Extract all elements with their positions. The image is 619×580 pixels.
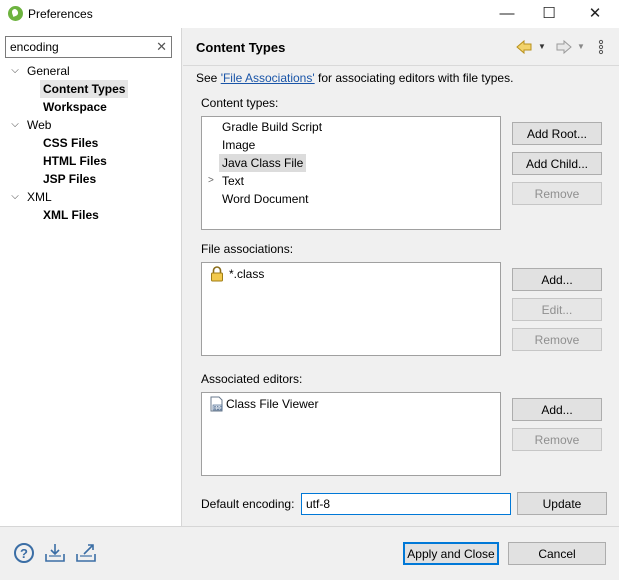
class-file-icon: 010 bbox=[209, 396, 225, 412]
clear-filter-icon[interactable]: ✕ bbox=[156, 39, 167, 55]
svg-text:010: 010 bbox=[214, 405, 223, 411]
description-prefix: See bbox=[196, 71, 221, 85]
lock-icon bbox=[210, 266, 224, 282]
back-arrow-icon[interactable] bbox=[516, 38, 532, 56]
file-associations-label: File associations: bbox=[201, 242, 294, 256]
spring-app-icon bbox=[8, 6, 23, 21]
close-button[interactable]: ✕ bbox=[575, 2, 615, 24]
associated-editors-label: Associated editors: bbox=[201, 372, 303, 386]
edit-association-button[interactable]: Edit... bbox=[512, 298, 602, 321]
page-title: Content Types bbox=[196, 40, 286, 55]
file-associations-list[interactable]: *.class bbox=[201, 262, 501, 356]
help-icon[interactable]: ? bbox=[14, 543, 34, 563]
list-item[interactable]: Gradle Build Script bbox=[222, 118, 322, 136]
page-description: See 'File Associations' for associating … bbox=[196, 71, 513, 85]
cancel-button[interactable]: Cancel bbox=[508, 542, 606, 565]
back-menu-icon[interactable]: ▼ bbox=[538, 42, 546, 51]
update-button[interactable]: Update bbox=[517, 492, 607, 515]
window-title: Preferences bbox=[28, 7, 93, 21]
chevron-down-icon[interactable]: ⌵ bbox=[10, 62, 20, 80]
chevron-down-icon[interactable]: ⌵ bbox=[10, 188, 20, 206]
tree-item-xml-files[interactable]: XML Files bbox=[40, 206, 102, 224]
remove-editor-button[interactable]: Remove bbox=[512, 428, 602, 451]
filter-text: encoding bbox=[10, 40, 59, 54]
import-icon[interactable] bbox=[44, 542, 66, 564]
view-menu-icon[interactable] bbox=[597, 38, 605, 56]
remove-content-type-button[interactable]: Remove bbox=[512, 182, 602, 205]
content-types-label: Content types: bbox=[201, 96, 279, 110]
list-item[interactable]: Image bbox=[222, 136, 255, 154]
list-item-selected[interactable]: Java Class File bbox=[219, 154, 307, 172]
content-types-tree[interactable]: Gradle Build Script Image Java Class Fil… bbox=[201, 116, 501, 230]
export-icon[interactable] bbox=[75, 542, 97, 564]
tree-item-jsp-files[interactable]: JSP Files bbox=[40, 170, 99, 188]
tree-item-web[interactable]: Web bbox=[24, 116, 54, 134]
associated-editors-list[interactable]: 010 Class File Viewer bbox=[201, 392, 501, 476]
list-item[interactable]: Word Document bbox=[222, 190, 308, 208]
default-encoding-input[interactable]: utf-8 bbox=[301, 493, 511, 515]
chevron-down-icon[interactable]: ⌵ bbox=[10, 116, 20, 134]
chevron-right-icon[interactable]: > bbox=[208, 172, 214, 190]
add-root-button[interactable]: Add Root... bbox=[512, 122, 602, 145]
description-suffix: for associating editors with file types. bbox=[314, 71, 514, 85]
default-encoding-value: utf-8 bbox=[306, 497, 331, 511]
tree-item-css-files[interactable]: CSS Files bbox=[40, 134, 101, 152]
list-item[interactable]: *.class bbox=[229, 265, 264, 283]
tree-item-workspace[interactable]: Workspace bbox=[40, 98, 110, 116]
add-child-button[interactable]: Add Child... bbox=[512, 152, 602, 175]
tree-item-html-files[interactable]: HTML Files bbox=[40, 152, 110, 170]
filter-input[interactable]: encoding ✕ bbox=[5, 36, 172, 58]
file-associations-link[interactable]: 'File Associations' bbox=[221, 71, 315, 85]
tree-item-content-types[interactable]: Content Types bbox=[40, 80, 129, 98]
forward-menu-icon[interactable]: ▼ bbox=[577, 42, 585, 51]
add-editor-button[interactable]: Add... bbox=[512, 398, 602, 421]
default-encoding-label: Default encoding: bbox=[201, 497, 295, 511]
minimize-button[interactable]: — bbox=[487, 2, 527, 24]
apply-and-close-button[interactable]: Apply and Close bbox=[403, 542, 499, 565]
tree-item-xml[interactable]: XML bbox=[24, 188, 55, 206]
list-item[interactable]: Class File Viewer bbox=[226, 395, 318, 413]
add-association-button[interactable]: Add... bbox=[512, 268, 602, 291]
maximize-button[interactable]: ☐ bbox=[529, 2, 569, 24]
tree-item-general[interactable]: General bbox=[24, 62, 73, 80]
forward-arrow-icon[interactable] bbox=[556, 38, 572, 56]
remove-association-button[interactable]: Remove bbox=[512, 328, 602, 351]
list-item[interactable]: Text bbox=[222, 172, 244, 190]
